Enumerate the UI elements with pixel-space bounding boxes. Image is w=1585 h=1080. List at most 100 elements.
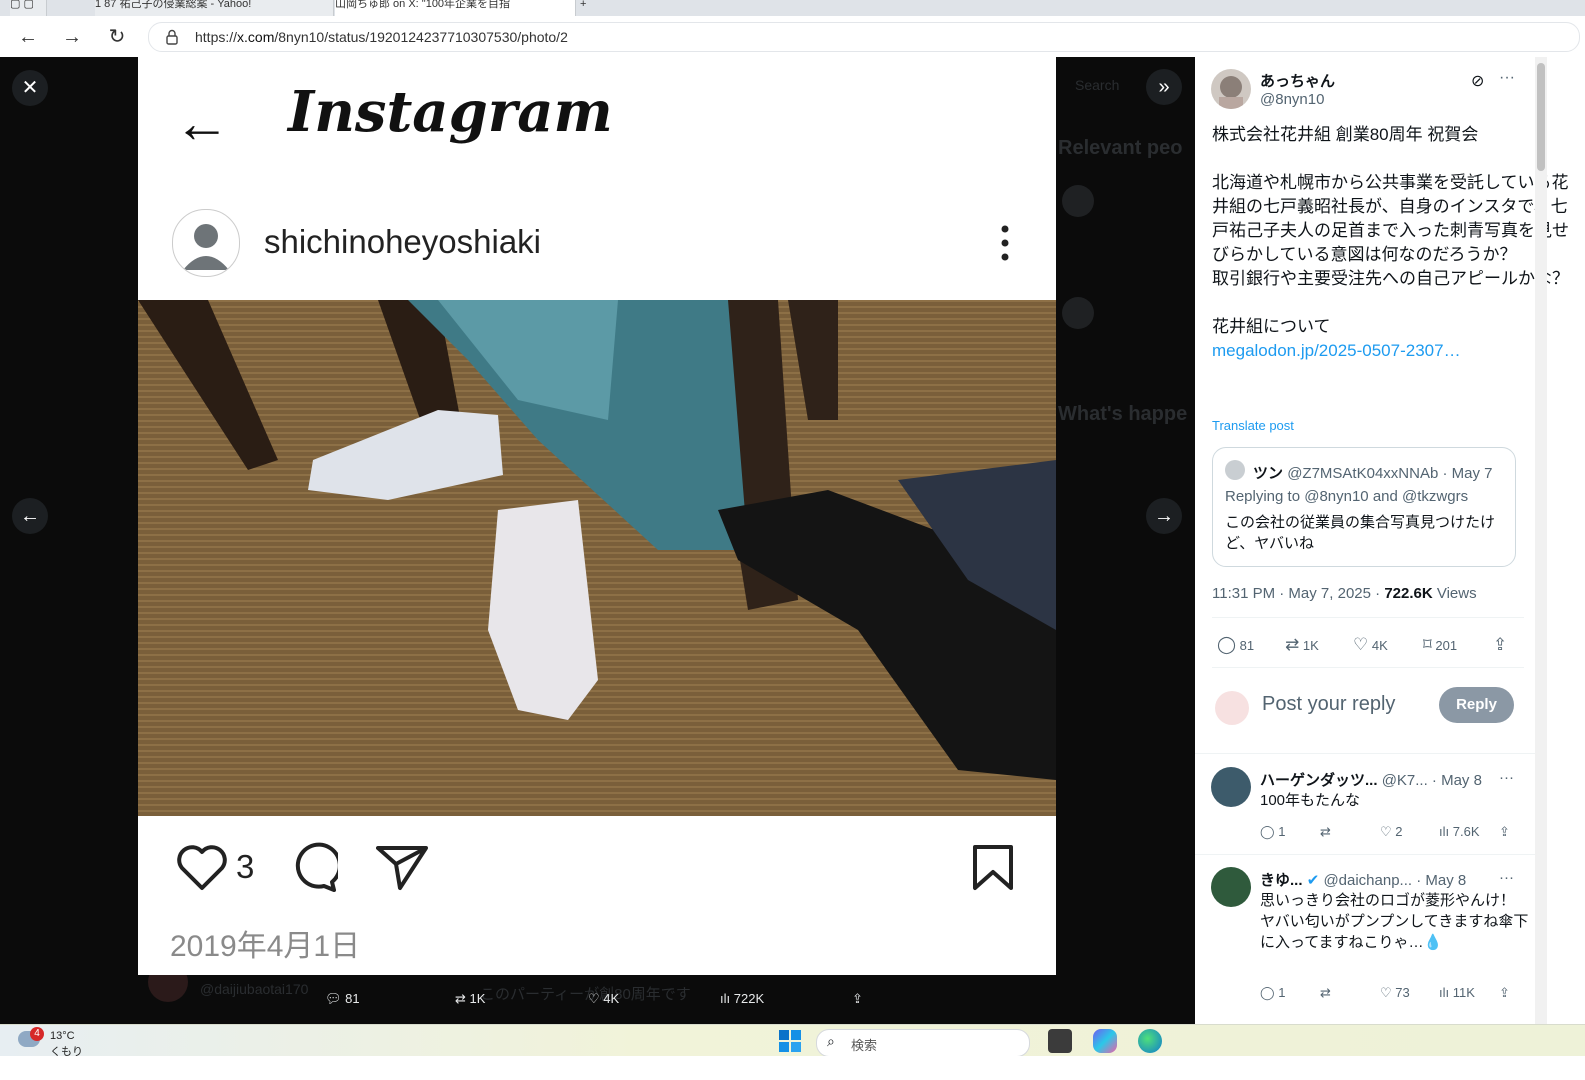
views-icon: ılı: [1439, 985, 1450, 1000]
bg-relevant-heading: Relevant peo: [1058, 137, 1183, 159]
tweet-body: 株式会社花井組 創業80周年 祝賀会 北海道や札幌市から公共事業を受託している花…: [1212, 123, 1577, 363]
author-name[interactable]: あっちゃん: [1260, 70, 1335, 91]
reply-share-action[interactable]: ⇪: [1499, 985, 1510, 1001]
translate-link[interactable]: Translate post: [1212, 418, 1294, 433]
reply-avatar[interactable]: [1211, 767, 1251, 807]
viewer-repost-action[interactable]: ⇄ 1K: [455, 991, 485, 1007]
viewer-like-action[interactable]: ♡ 4K: [588, 991, 619, 1007]
heart-icon: ♡: [1380, 824, 1392, 839]
view-count: 7.6K: [1452, 824, 1480, 839]
bg-avatar: [1062, 297, 1094, 329]
reply-handle: @K7... · May 8: [1381, 772, 1482, 789]
search-icon: ⌕: [827, 1033, 835, 1049]
quote-name: ツン: [1253, 465, 1284, 482]
bg-reply-text: このパーティーが創80周年です: [480, 986, 691, 1003]
close-icon: ✕: [21, 77, 39, 99]
share-icon: ⇪: [1499, 824, 1510, 839]
reply-author[interactable]: きゆ... ✔ @daichanp... · May 8: [1260, 869, 1466, 890]
reply-count: 1: [1278, 824, 1286, 839]
edge-icon[interactable]: [1138, 1029, 1162, 1053]
grok-icon[interactable]: ⊘: [1471, 71, 1484, 91]
close-viewer-button[interactable]: ✕: [12, 70, 48, 106]
post-date: 2019年4月1日: [170, 930, 361, 963]
reply-share-action[interactable]: ⇪: [1499, 824, 1510, 840]
url-input[interactable]: https://x.com/8nyn10/status/192012423771…: [148, 22, 1580, 52]
reply-input[interactable]: Post your reply: [1262, 693, 1395, 716]
reply-text: 100年もたんな: [1260, 792, 1361, 809]
like-count: 73: [1395, 985, 1410, 1000]
tab-actions-icon[interactable]: ▢ ▢: [10, 0, 47, 16]
reply-author[interactable]: ハーゲンダッツ... @K7... · May 8: [1260, 769, 1482, 790]
next-photo-button[interactable]: →: [1146, 498, 1182, 534]
previous-photo-button[interactable]: ←: [12, 498, 48, 534]
my-avatar: [1215, 691, 1249, 725]
reply-repost-action[interactable]: ⇄: [1320, 985, 1331, 1001]
more-icon[interactable]: ···: [1499, 769, 1514, 786]
tweet-time[interactable]: 11:31 PM · May 7, 2025 ·: [1212, 585, 1384, 602]
views-label: Views: [1432, 585, 1477, 602]
refresh-icon[interactable]: ↻: [104, 24, 130, 50]
windows-start-icon[interactable]: [778, 1029, 802, 1053]
reply-views-action[interactable]: ılı 7.6K: [1439, 824, 1480, 839]
share-action[interactable]: ⇪: [1493, 635, 1507, 655]
quote-replying: Replying to @8nyn10 and @tkzwgrs: [1225, 488, 1469, 505]
weather-temp[interactable]: 13°C: [50, 1030, 75, 1042]
arrow-left-icon: ←: [20, 505, 40, 527]
like-count: 4K: [1371, 638, 1388, 653]
viewer-share-action[interactable]: ⇪: [852, 991, 863, 1007]
more-options-icon: [1001, 225, 1009, 261]
tab-yahoo[interactable]: 1 87 祐己子の侵業総案 - Yahoo!: [95, 0, 334, 16]
quoted-tweet[interactable]: ツン @Z7MSAtK04xxNNAb · May 7 Replying to …: [1212, 447, 1516, 567]
reply-reply-action[interactable]: ◯ 1: [1260, 824, 1285, 840]
reply-avatar[interactable]: [1211, 867, 1251, 907]
share-icon: ⇪: [1499, 985, 1510, 1000]
reply-like-action[interactable]: ♡ 73: [1380, 985, 1410, 1001]
back-icon[interactable]: ←: [15, 24, 41, 50]
share-icon: ⇪: [1493, 635, 1508, 654]
forward-icon[interactable]: →: [59, 24, 85, 50]
reply-icon: ◯: [1217, 635, 1237, 654]
reply-repost-action[interactable]: ⇄: [1320, 824, 1331, 840]
tab-x[interactable]: 山岡ちゅ郎 on X: "100年企業を目指: [335, 0, 576, 16]
author-handle[interactable]: @8nyn10: [1260, 91, 1324, 108]
reply-like-action[interactable]: ♡ 2: [1380, 824, 1403, 840]
bg-reply-handle: @daijiubaotai170: [200, 981, 309, 997]
divider: [1212, 667, 1524, 668]
task-view-icon[interactable]: [1048, 1029, 1072, 1053]
copilot-icon[interactable]: [1093, 1029, 1117, 1053]
repost-action[interactable]: ⇄ 1K: [1285, 635, 1319, 655]
repost-icon: ⇄: [1320, 824, 1331, 839]
more-icon[interactable]: ···: [1499, 869, 1514, 886]
quote-handle: @Z7MSAtK04xxNNAb · May 7: [1287, 465, 1493, 482]
taskbar-search[interactable]: ⌕ 検索: [816, 1029, 1030, 1057]
reply-icon: 💬︎: [325, 991, 342, 1006]
viewer-reply-action[interactable]: 💬︎ 81: [325, 991, 360, 1007]
instagram-logo: Instagram: [288, 79, 613, 145]
bookmark-action[interactable]: ⌑ 201: [1423, 635, 1457, 655]
share-icon: [376, 846, 428, 890]
reply-reply-action[interactable]: ◯ 1: [1260, 985, 1285, 1001]
view-count: 11K: [1452, 985, 1475, 1000]
lock-icon: [166, 29, 178, 45]
post-photo: [138, 300, 1056, 816]
collapse-sidebar-button[interactable]: »: [1146, 69, 1182, 105]
like-action[interactable]: ♡ 4K: [1353, 635, 1388, 655]
reply-action[interactable]: ◯ 81: [1217, 635, 1254, 655]
reply-button[interactable]: Reply: [1439, 687, 1514, 723]
reply-views-action[interactable]: ılı 11K: [1439, 985, 1475, 1000]
verified-icon: ✔: [1306, 872, 1320, 889]
new-tab-icon[interactable]: +: [580, 0, 604, 16]
share-icon: ⇪: [852, 991, 863, 1006]
tab-bar: ▢ ▢ 1 87 祐己子の侵業総案 - Yahoo! 山岡ちゅ郎 on X: "…: [0, 0, 1585, 16]
scrollbar[interactable]: [1535, 57, 1547, 1024]
reply-icon: ◯: [1260, 985, 1275, 1000]
tweet-link[interactable]: megalodon.jp/2025-0507-2307…: [1212, 341, 1461, 360]
viewer-views-action[interactable]: ılı 722K: [720, 991, 764, 1006]
author-avatar[interactable]: [1211, 69, 1251, 109]
scrollbar-thumb[interactable]: [1537, 63, 1545, 171]
chevron-double-right-icon: »: [1158, 76, 1170, 98]
view-count: 722K: [733, 991, 765, 1006]
more-icon[interactable]: ···: [1499, 69, 1515, 87]
search-label: 検索: [851, 1038, 878, 1053]
instagram-screenshot: ← Instagram shichinoheyoshiaki 3 2019年4月…: [138, 57, 1056, 975]
